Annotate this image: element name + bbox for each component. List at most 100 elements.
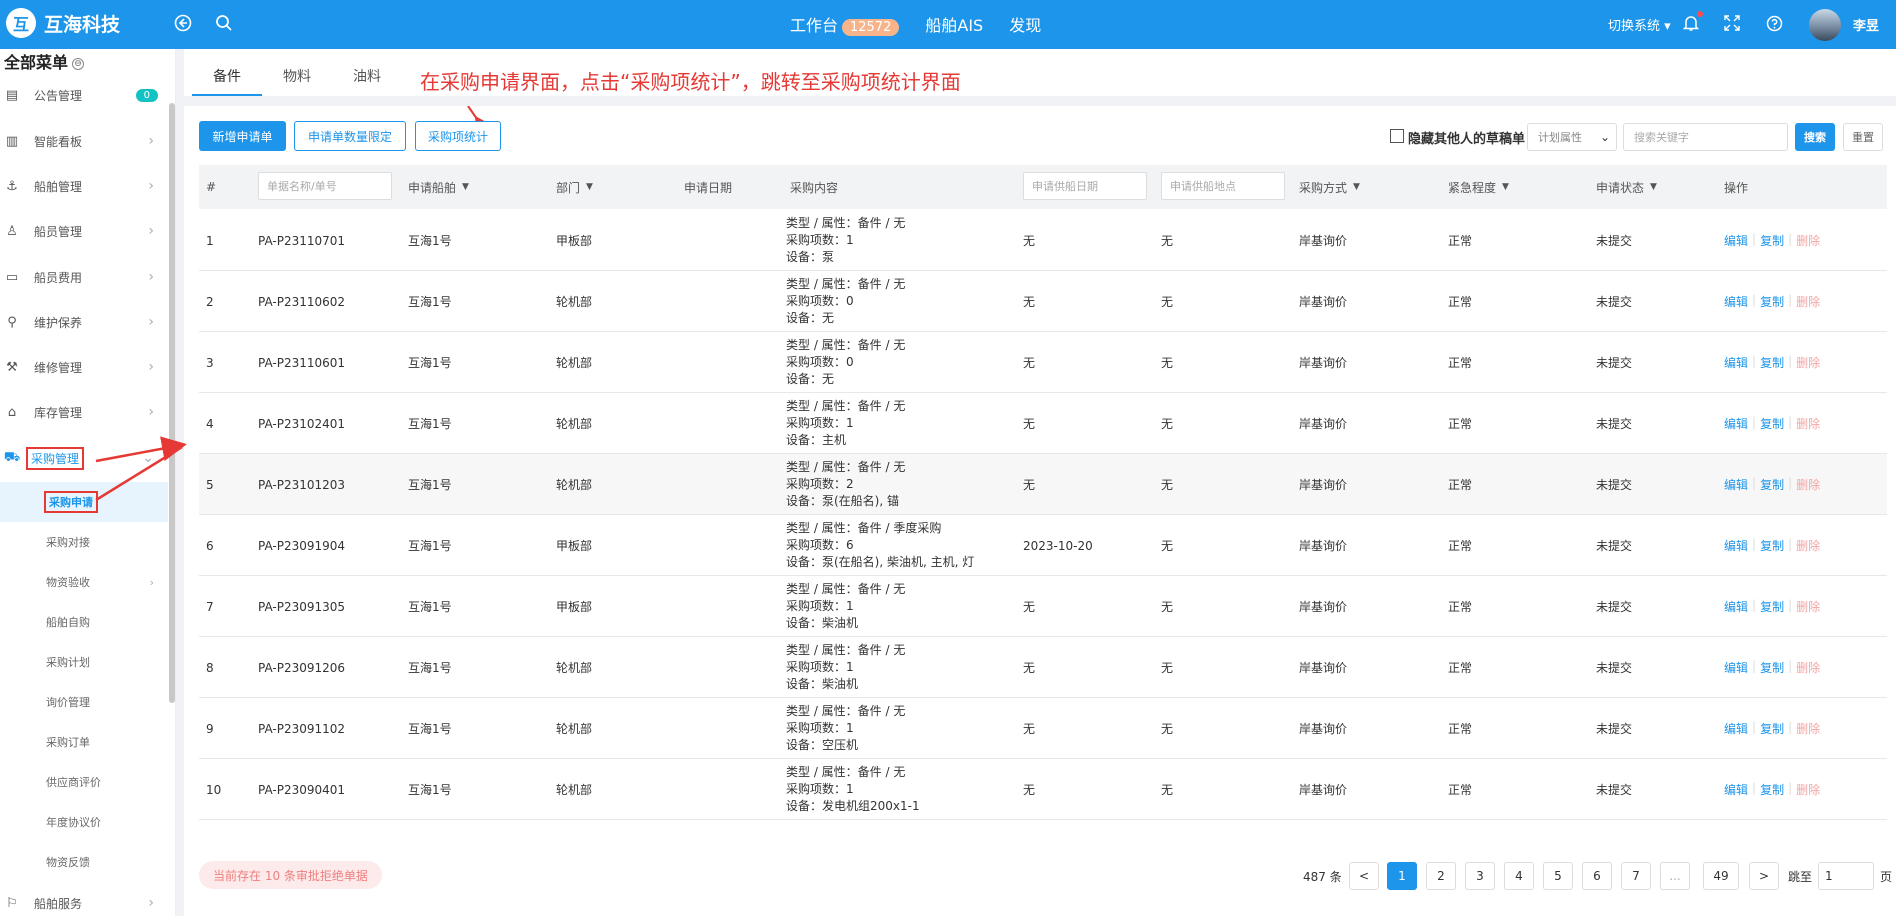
edit-link[interactable]: 编辑 [1724,293,1748,310]
page-2-button[interactable]: 2 [1426,862,1456,890]
table-row[interactable]: 9 PA-P23091102 互海1号 轮机部 无 无 岸基询价 正常 未提交 类型 / 属性：备… [199,698,1887,759]
sidebar-item-repair[interactable]: ⚒ 维修管理 › [0,347,168,387]
table-row[interactable]: 5 PA-P23101203 互海1号 轮机部 无 无 岸基询价 正常 未提交 类型 / 属性：备… [199,454,1887,515]
page-1-button[interactable]: 1 [1387,862,1417,890]
page-5-button[interactable]: 5 [1543,862,1573,890]
help-icon[interactable] [1763,12,1785,34]
sidebar-item-procurement[interactable]: ⛟ 采购管理 ⌄ [0,438,168,478]
jump-page-input[interactable]: 1 [1818,862,1874,890]
edit-link[interactable]: 编辑 [1724,537,1748,554]
edit-link[interactable]: 编辑 [1724,781,1748,798]
table-row[interactable]: 8 PA-P23091206 互海1号 轮机部 无 无 岸基询价 正常 未提交 类型 / 属性：备… [199,637,1887,698]
reset-button[interactable]: 重置 [1843,123,1883,151]
sidebar-item-dashboard[interactable]: ▥ 智能看板 › [0,121,168,161]
new-request-button[interactable]: 新增申请单 [199,121,286,151]
copy-link[interactable]: 复制 [1760,415,1784,432]
copy-link[interactable]: 复制 [1760,476,1784,493]
copy-link[interactable]: 复制 [1760,598,1784,615]
prev-page-button[interactable]: < [1349,862,1379,890]
app-logo[interactable]: 互 互海科技 [6,8,120,38]
copy-link[interactable]: 复制 [1760,659,1784,676]
sidebar-subitem-purchase-order[interactable]: 采购订单 [0,722,168,762]
edit-link[interactable]: 编辑 [1724,720,1748,737]
sidebar-item-inventory[interactable]: ⌂ 库存管理 › [0,392,168,432]
edit-link[interactable]: 编辑 [1724,476,1748,493]
page-3-button[interactable]: 3 [1465,862,1495,890]
page-49-button[interactable]: 49 [1703,862,1739,890]
col-urgency[interactable]: 紧急程度 ▼ [1448,165,1509,209]
sidebar-subitem-purchase-docking[interactable]: 采购对接 [0,522,168,562]
request-limit-button[interactable]: 申请单数量限定 [294,121,406,151]
sidebar-subitem-supplier-rating[interactable]: 供应商评价 [0,762,168,802]
sidebar-subitem-feedback[interactable]: 物资反馈 [0,842,168,882]
edit-link[interactable]: 编辑 [1724,232,1748,249]
nav-workbench[interactable]: 工作台 12572 [790,12,900,36]
avatar[interactable] [1809,9,1841,41]
col-vessel[interactable]: 申请船舶 ▼ [408,165,469,209]
tab-spare-parts[interactable]: 备件 [192,62,262,96]
edit-link[interactable]: 编辑 [1724,415,1748,432]
copy-link[interactable]: 复制 [1760,232,1784,249]
tab-oil[interactable]: 油料 [332,62,402,96]
back-circle-icon[interactable] [172,12,194,34]
delete-link[interactable]: 删除 [1796,537,1820,554]
table-row[interactable]: 2 PA-P23110602 互海1号 轮机部 无 无 岸基询价 正常 未提交 类型 / 属性：备… [199,271,1887,332]
page-6-button[interactable]: 6 [1582,862,1612,890]
plan-attr-select[interactable]: 计划属性 ⌄ [1527,123,1617,151]
col-status[interactable]: 申请状态 ▼ [1596,165,1657,209]
delete-link[interactable]: 删除 [1796,415,1820,432]
delete-link[interactable]: 删除 [1796,354,1820,371]
sidebar-scrollbar[interactable] [169,103,175,703]
sidebar-item-crew[interactable]: ♙ 船员管理 › [0,211,168,251]
edit-link[interactable]: 编辑 [1724,659,1748,676]
nav-discover[interactable]: 发现 [1009,12,1041,36]
copy-link[interactable]: 复制 [1760,293,1784,310]
copy-link[interactable]: 复制 [1760,720,1784,737]
sidebar-item-announcements[interactable]: ▤ 公告管理 0 [0,75,168,115]
supply-place-filter-input[interactable]: 申请供船地点 [1161,172,1285,200]
col-method[interactable]: 采购方式 ▼ [1299,165,1360,209]
fullscreen-icon[interactable] [1721,12,1743,34]
table-row[interactable]: 3 PA-P23110601 互海1号 轮机部 无 无 岸基询价 正常 未提交 类型 / 属性：备… [199,332,1887,393]
search-icon[interactable] [213,12,235,34]
sidebar-item-maintenance[interactable]: ⚲ 维护保养 › [0,302,168,342]
delete-link[interactable]: 删除 [1796,659,1820,676]
sidebar-item-vessel-services[interactable]: ⚐ 船舶服务 › [0,883,168,916]
stats-button[interactable]: 采购项统计 [415,121,501,151]
sidebar-subitem-acceptance[interactable]: 物资验收 › [0,562,168,602]
sidebar-subitem-inquiry[interactable]: 询价管理 [0,682,168,722]
copy-link[interactable]: 复制 [1760,781,1784,798]
edit-link[interactable]: 编辑 [1724,354,1748,371]
switch-system-dropdown[interactable]: 切换系统 ▾ [1608,15,1671,34]
supply-date-filter-input[interactable]: 申请供船日期 [1023,172,1147,200]
username[interactable]: 李昱 [1853,15,1879,34]
sidebar-item-crew-costs[interactable]: ▭ 船员费用 › [0,257,168,297]
table-row[interactable]: 10 PA-P23090401 互海1号 轮机部 无 无 岸基询价 正常 未提交 类型 / 属性：… [199,759,1887,820]
doc-no-filter-input[interactable]: 单据名称/单号 [258,172,392,200]
table-row[interactable]: 7 PA-P23091305 互海1号 甲板部 无 无 岸基询价 正常 未提交 类型 / 属性：备… [199,576,1887,637]
sidebar-subitem-purchase-plan[interactable]: 采购计划 [0,642,168,682]
copy-link[interactable]: 复制 [1760,537,1784,554]
delete-link[interactable]: 删除 [1796,720,1820,737]
sidebar-item-vessels[interactable]: ⚓ 船舶管理 › [0,166,168,206]
nav-ais[interactable]: 船舶AIS [925,12,983,36]
copy-link[interactable]: 复制 [1760,354,1784,371]
hide-drafts-checkbox[interactable] [1390,129,1404,143]
tab-materials[interactable]: 物料 [262,62,332,96]
delete-link[interactable]: 删除 [1796,293,1820,310]
sidebar-subitem-purchase-request[interactable]: 采购申请 [0,482,168,522]
edit-link[interactable]: 编辑 [1724,598,1748,615]
table-row[interactable]: 1 PA-P23110701 互海1号 甲板部 无 无 岸基询价 正常 未提交 类型 / 属性：备… [199,210,1887,271]
keyword-search-input[interactable]: 搜索关键字 [1623,123,1788,151]
delete-link[interactable]: 删除 [1796,232,1820,249]
table-row[interactable]: 4 PA-P23102401 互海1号 轮机部 无 无 岸基询价 正常 未提交 类型 / 属性：备… [199,393,1887,454]
sidebar-subitem-self-purchase[interactable]: 船舶自购 [0,602,168,642]
page-4-button[interactable]: 4 [1504,862,1534,890]
table-row[interactable]: 6 PA-P23091904 互海1号 甲板部 2023-10-20 无 岸基询价 正常 未提交… [199,515,1887,576]
sidebar-subitem-annual-price[interactable]: 年度协议价 [0,802,168,842]
delete-link[interactable]: 删除 [1796,781,1820,798]
rejected-warning[interactable]: 当前存在 10 条审批拒绝单据 [199,861,382,889]
page-ellipsis[interactable]: ... [1660,862,1690,890]
collapse-icon[interactable]: ⊖ [72,57,85,70]
col-dept[interactable]: 部门 ▼ [556,165,593,209]
